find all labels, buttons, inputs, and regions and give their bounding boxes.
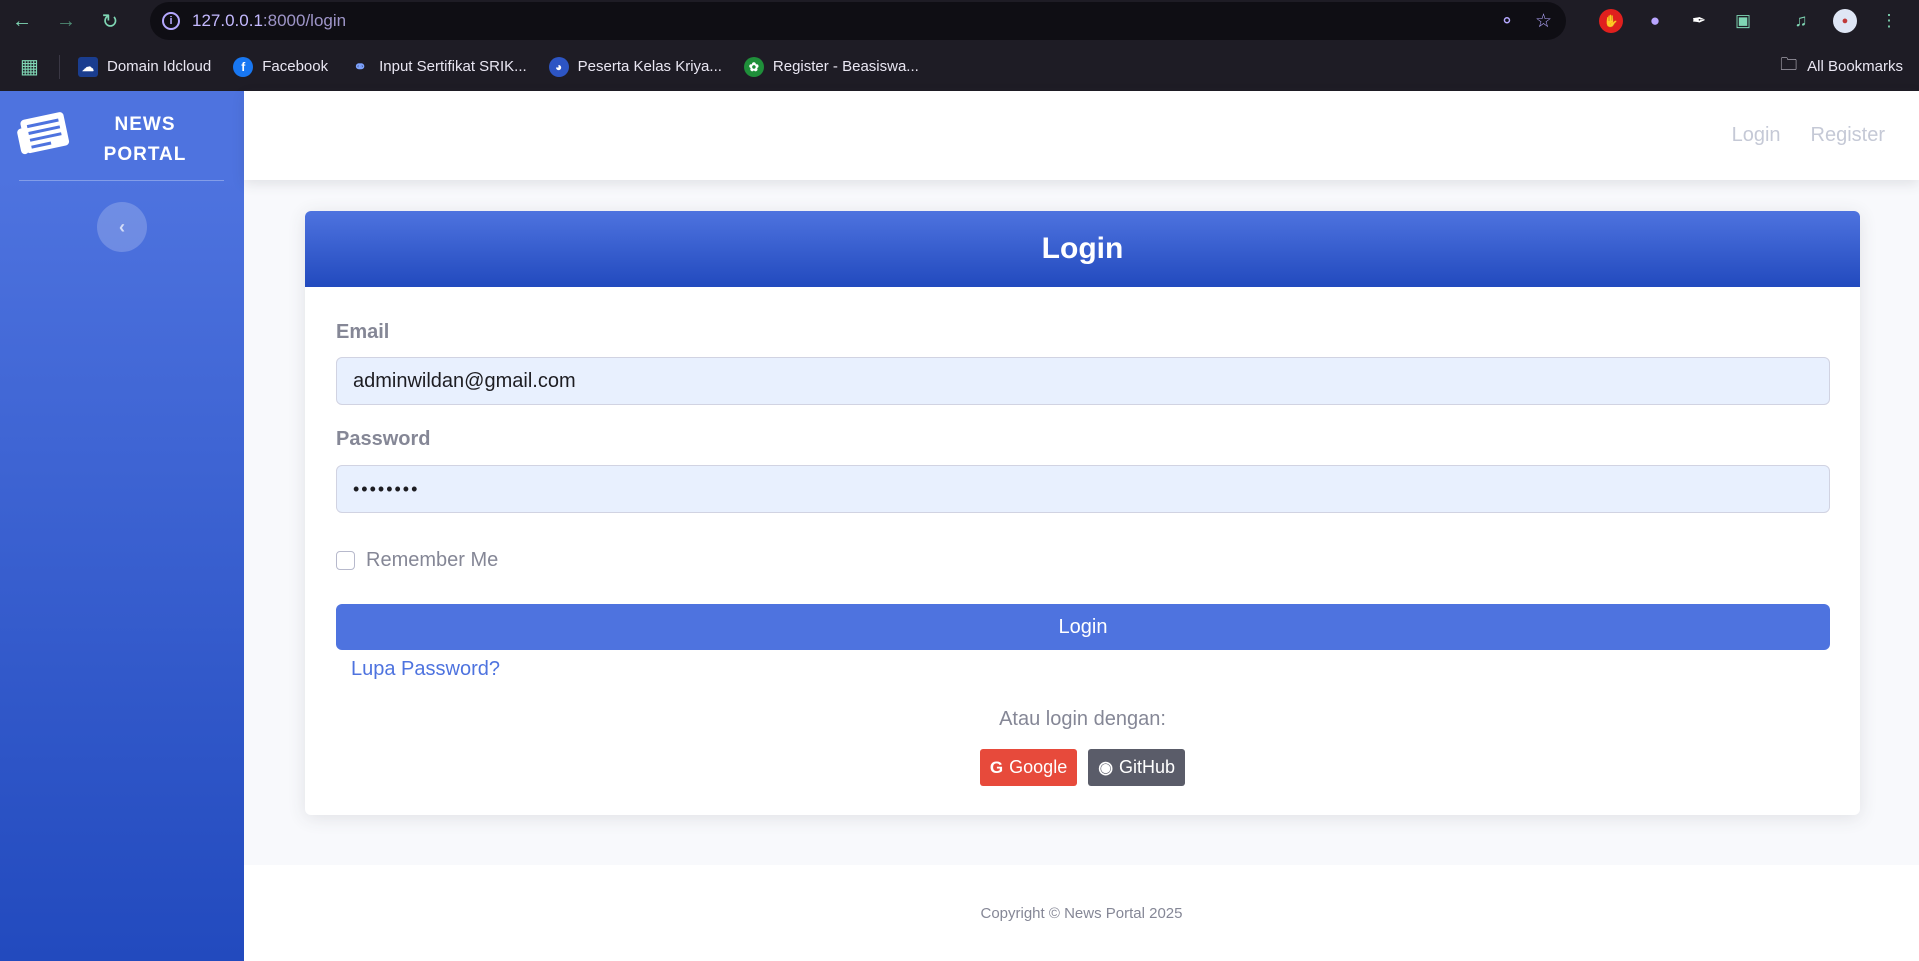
cloud-icon: ☁ (78, 56, 98, 77)
adblock-extension-icon[interactable]: ✋ (1599, 9, 1623, 33)
login-button[interactable]: Login (336, 604, 1830, 650)
brand-name: NEWS PORTAL (103, 114, 187, 165)
ribbon-icon: ⚭ (353, 58, 367, 76)
forgot-password-link[interactable]: Lupa Password? (351, 652, 500, 686)
google-icon: G (989, 757, 1004, 777)
chevron-left-icon: ‹ (119, 216, 125, 237)
star-icon[interactable]: ☆ (1535, 10, 1552, 33)
login-card: Login Email adminwildan@gmail.com Passwo… (305, 211, 1860, 815)
reload-icon[interactable]: ↻ (88, 0, 132, 42)
copyright-text: Copyright © News Portal 2025 (980, 904, 1183, 922)
emblem-icon: ✿ (743, 56, 764, 77)
site-info-icon[interactable]: i (150, 12, 192, 30)
bookmark-item[interactable]: ◕ Peserta Kelas Kriya... (548, 56, 722, 77)
bowl-icon: ◕ (548, 56, 569, 77)
all-bookmarks[interactable]: 🗀 All Bookmarks (1780, 42, 1903, 91)
bookmark-item[interactable]: ✿ Register - Beasiswa... (743, 56, 919, 77)
newspaper-icon (17, 112, 70, 155)
forward-icon[interactable]: → (44, 0, 88, 42)
browser-menu-icon[interactable]: ⋮ (1877, 9, 1901, 33)
remember-checkbox[interactable] (336, 551, 355, 570)
apps-grid-icon[interactable]: ▦ (0, 54, 60, 79)
email-field[interactable]: adminwildan@gmail.com (336, 357, 1830, 405)
github-login-button[interactable]: ◉ GitHub (1088, 749, 1186, 786)
remember-label: Remember Me (366, 549, 499, 571)
github-icon: ◉ (1098, 757, 1114, 777)
sidebar-divider (19, 180, 224, 181)
bookmarks-bar: ▦ ☁ Domain Idcloud f Facebook ⚭ Input Se… (0, 42, 1919, 91)
google-login-button[interactable]: G Google (979, 749, 1078, 786)
remember-me[interactable]: Remember Me (336, 549, 498, 572)
nav-login-link[interactable]: Login (1732, 124, 1781, 147)
folder-icon: 🗀 (1780, 55, 1798, 74)
url-text: 127.0.0.1:8000/login (192, 11, 347, 30)
footer: Copyright © News Portal 2025 (244, 865, 1919, 961)
profile-avatar[interactable]: ● (1833, 9, 1857, 33)
browser-toolbar: ← → ↻ i 127.0.0.1:8000/login ⚬ ☆ ✋ ● ✒ ▣… (0, 0, 1919, 42)
facebook-icon: f (233, 56, 254, 77)
bookmark-item[interactable]: f Facebook (233, 56, 328, 77)
password-label: Password (336, 428, 431, 450)
bookmark-item[interactable]: ⚭ Input Sertifikat SRIK... (350, 57, 526, 77)
eyedropper-extension-icon[interactable]: ✒ (1687, 9, 1711, 33)
nav-register-link[interactable]: Register (1811, 124, 1885, 147)
sidebar-brand[interactable]: NEWS PORTAL (0, 91, 244, 181)
extensions-puzzle-icon[interactable]: ▣ (1731, 9, 1755, 33)
card-title: Login (305, 211, 1860, 287)
email-label: Email (336, 321, 390, 343)
ghost-extension-icon[interactable]: ● (1643, 9, 1667, 33)
password-field[interactable]: •••••••• (336, 465, 1830, 513)
sidebar: NEWS PORTAL ‹ (0, 91, 244, 961)
media-playlist-icon[interactable]: ♫ (1789, 9, 1813, 33)
back-icon[interactable]: ← (0, 0, 44, 42)
alt-login-text: Atau login dengan: (999, 708, 1166, 730)
sidebar-toggle-button[interactable]: ‹ (97, 202, 147, 252)
topbar: Login Register (244, 91, 1919, 180)
address-bar[interactable]: i 127.0.0.1:8000/login ⚬ ☆ (150, 2, 1566, 40)
bookmark-item[interactable]: ☁ Domain Idcloud (78, 56, 211, 77)
key-icon[interactable]: ⚬ (1499, 10, 1515, 33)
